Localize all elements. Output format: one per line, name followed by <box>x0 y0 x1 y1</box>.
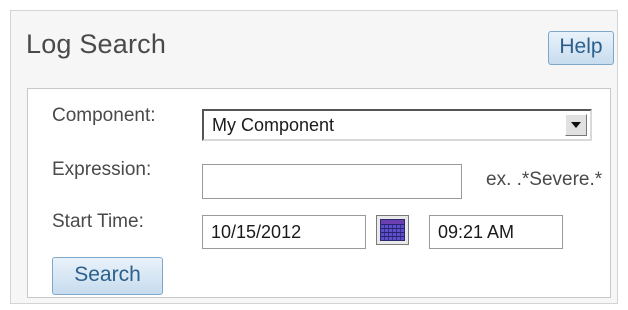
start-time-input[interactable] <box>429 215 563 249</box>
component-select-value: My Component <box>212 115 335 135</box>
help-button[interactable]: Help <box>548 31 614 65</box>
calendar-icon <box>380 219 405 241</box>
expression-input[interactable] <box>202 164 462 199</box>
expression-label: Expression: <box>52 159 152 180</box>
start-time-label: Start Time: <box>52 211 144 232</box>
log-search-panel: Log Search Help Component: My Component … <box>10 10 618 304</box>
component-label: Component: <box>52 105 156 126</box>
component-select[interactable]: My Component <box>202 109 592 141</box>
chevron-down-icon[interactable] <box>565 114 587 136</box>
calendar-button[interactable] <box>376 215 409 245</box>
page-title: Log Search <box>26 29 167 59</box>
start-date-input[interactable] <box>202 215 366 249</box>
search-button[interactable]: Search <box>52 257 163 295</box>
page: Log Search Help Component: My Component … <box>0 0 628 310</box>
expression-hint: ex. .*Severe.* <box>486 169 603 190</box>
search-form: Component: My Component Expression: ex. … <box>27 88 611 298</box>
